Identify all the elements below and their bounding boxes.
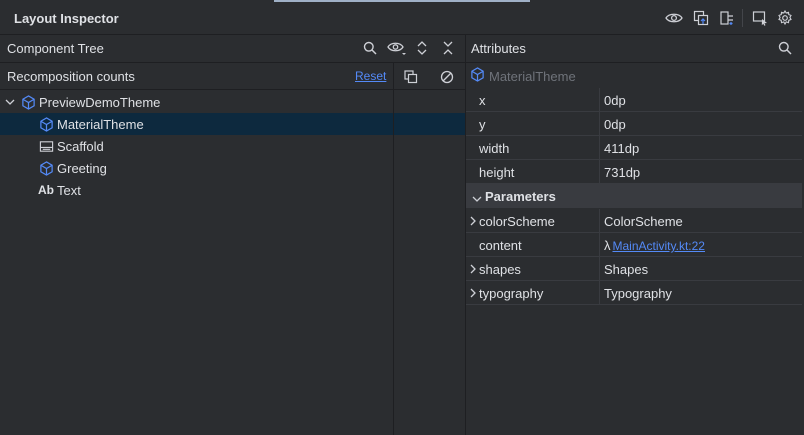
tree-node-materialtheme[interactable]: MaterialTheme	[0, 113, 465, 135]
column-divider	[599, 209, 600, 233]
chevron-down-icon[interactable]	[4, 96, 16, 108]
toggle-visibility-icon[interactable]	[664, 8, 684, 28]
chevron-right-icon[interactable]	[469, 263, 479, 275]
column-divider	[599, 281, 600, 305]
title-bar: Layout Inspector	[0, 0, 804, 35]
column-divider	[599, 233, 600, 257]
tree-node-previewdemotheme[interactable]: PreviewDemoTheme	[0, 91, 465, 113]
component-tree-panel: Component Tree Recomposition counts Rese…	[0, 35, 465, 435]
chevron-right-icon[interactable]	[469, 287, 479, 299]
clear-counts-icon[interactable]	[438, 68, 456, 86]
recomposition-count-cell	[393, 113, 465, 135]
parameters-section-header[interactable]: Parameters	[466, 184, 802, 209]
tree-node-text[interactable]: Ab Text	[0, 179, 465, 201]
tree-node-label: Text	[57, 183, 81, 198]
parameter-value: λ MainActivity.kt:22	[604, 238, 705, 253]
attribute-value: 0dp	[604, 93, 626, 108]
tree-node-label: PreviewDemoTheme	[39, 95, 161, 110]
scaffold-icon	[38, 138, 54, 154]
selected-node-label: MaterialTheme	[489, 69, 576, 84]
attribute-row-x[interactable]: x 0dp	[466, 88, 802, 112]
attribute-row-height[interactable]: height 731dp	[466, 160, 802, 184]
collapse-all-icon[interactable]	[439, 39, 457, 57]
parameter-key: colorScheme	[479, 214, 555, 229]
parameter-key: shapes	[479, 262, 521, 277]
column-divider	[599, 136, 600, 160]
component-tree: PreviewDemoTheme MaterialTheme Scaffold …	[0, 91, 465, 201]
parameters-section-title: Parameters	[485, 189, 556, 204]
chevron-down-icon[interactable]	[472, 191, 482, 206]
tree-node-label: Scaffold	[57, 139, 104, 154]
column-divider	[599, 112, 600, 136]
parameter-value: Typography	[604, 286, 672, 301]
compose-cube-icon	[470, 67, 486, 83]
recomposition-bar: Recomposition counts Reset	[0, 63, 465, 90]
compose-cube-icon	[38, 116, 54, 132]
attribute-value: 0dp	[604, 117, 626, 132]
window-title: Layout Inspector	[14, 11, 119, 26]
search-icon[interactable]	[361, 39, 379, 57]
tree-node-greeting[interactable]: Greeting	[0, 157, 465, 179]
column-divider	[599, 257, 600, 281]
attributes-title: Attributes	[471, 41, 526, 56]
component-tree-header: Component Tree	[0, 35, 465, 63]
expand-all-icon[interactable]	[413, 39, 431, 57]
tree-node-scaffold[interactable]: Scaffold	[0, 135, 465, 157]
tree-node-label: Greeting	[57, 161, 107, 176]
settings-gear-icon[interactable]	[775, 8, 795, 28]
copy-icon[interactable]	[402, 68, 420, 86]
text-ab-icon: Ab	[38, 183, 54, 197]
attribute-row-y[interactable]: y 0dp	[466, 112, 802, 136]
attribute-value: 731dp	[604, 165, 641, 180]
parameter-row-content[interactable]: content λ MainActivity.kt:22	[466, 233, 802, 257]
attribute-value: 411dp	[604, 141, 640, 156]
parameter-row-shapes[interactable]: shapes Shapes	[466, 257, 802, 281]
attribute-row-width[interactable]: width 411dp	[466, 136, 802, 160]
layer-tree-icon[interactable]	[717, 8, 737, 28]
parameter-row-typography[interactable]: typography Typography	[466, 281, 802, 305]
attribute-key: width	[479, 141, 510, 156]
select-process-icon[interactable]	[750, 8, 770, 28]
attributes-table: x 0dp y 0dp width 411dp height 731dp Par…	[466, 88, 802, 305]
chevron-right-icon[interactable]	[469, 215, 479, 227]
source-link[interactable]: MainActivity.kt:22	[613, 239, 705, 253]
recomposition-counts-label: Recomposition counts	[7, 69, 135, 84]
reset-link[interactable]: Reset	[355, 69, 386, 83]
search-icon[interactable]	[776, 39, 794, 57]
parameter-value: Shapes	[604, 262, 649, 277]
compose-cube-icon	[20, 94, 36, 110]
live-updates-icon[interactable]	[691, 8, 711, 28]
column-divider	[599, 160, 600, 184]
tab-hint	[274, 0, 530, 2]
lambda-symbol: λ	[604, 238, 611, 253]
attribute-key: height	[479, 165, 515, 180]
view-options-icon[interactable]	[387, 39, 407, 57]
parameter-value: ColorScheme	[604, 214, 683, 229]
parameter-row-colorscheme[interactable]: colorScheme ColorScheme	[466, 209, 802, 233]
toolbar-separator	[742, 9, 743, 27]
tree-node-label: MaterialTheme	[57, 117, 144, 132]
column-divider	[599, 88, 600, 112]
attributes-header: Attributes	[466, 35, 804, 63]
component-tree-title: Component Tree	[7, 41, 104, 56]
attributes-panel: Attributes MaterialTheme x 0dp y 0dp wid…	[466, 35, 804, 435]
selected-node-header: MaterialTheme	[466, 63, 804, 88]
attribute-key: y	[479, 117, 486, 132]
compose-cube-icon	[38, 160, 54, 176]
parameter-key: typography	[479, 286, 544, 301]
parameter-key: content	[479, 238, 522, 253]
attribute-key: x	[479, 93, 486, 108]
